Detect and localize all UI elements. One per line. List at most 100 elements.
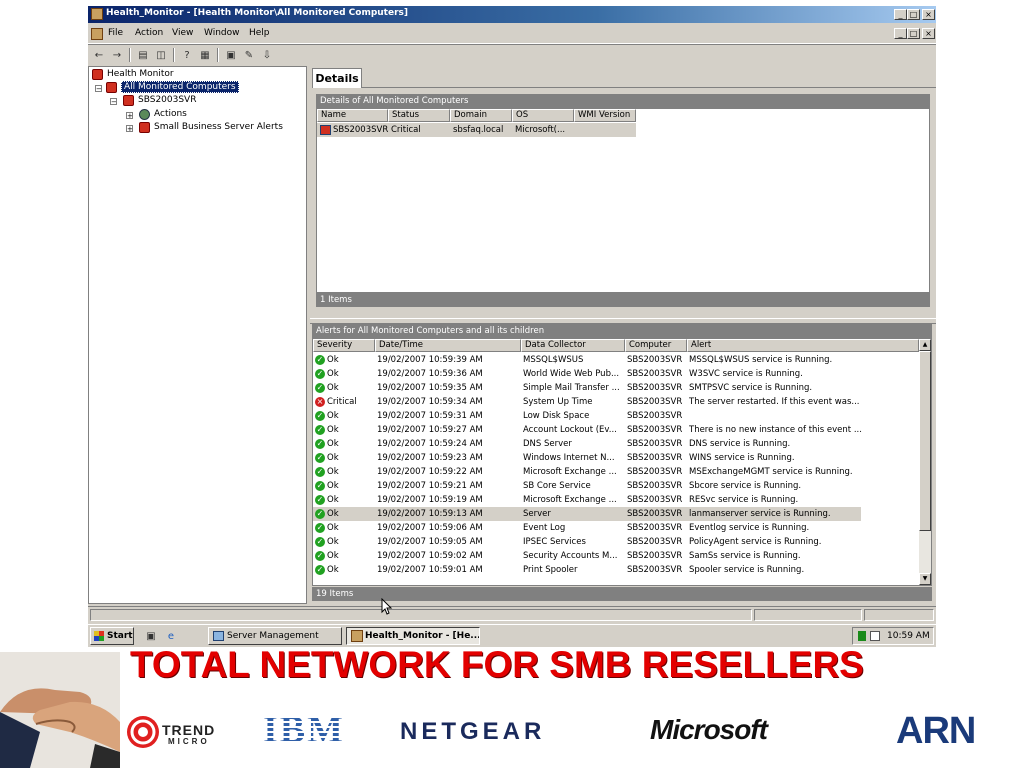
column-header[interactable]: Status (388, 109, 450, 122)
column-header[interactable]: Severity (313, 339, 375, 352)
cell-severity: Ok (327, 509, 339, 519)
tree-item-sbs-alerts[interactable]: Small Business Server Alerts (139, 121, 283, 134)
expand-toggle-icon[interactable]: + (126, 112, 133, 120)
expand-toggle-icon[interactable]: + (126, 125, 133, 133)
column-header[interactable]: Data Collector (521, 339, 625, 352)
tree-item-server[interactable]: SBS2003SVR (123, 94, 196, 107)
menu-action[interactable]: Action (135, 28, 163, 38)
table-row[interactable]: ✓ Ok 19/02/2007 10:59:31 AM Low Disk Space S… (313, 409, 919, 423)
alerts-scrollbar[interactable]: ▲ ▼ (919, 339, 931, 585)
ie-icon[interactable]: e (164, 629, 178, 643)
table-row[interactable]: ✓ Ok 19/02/2007 10:59:27 AM Account Lockout… (313, 423, 919, 437)
properties-icon[interactable]: ▦ (198, 48, 212, 62)
cell-collector: Microsoft Exchange ... (523, 495, 617, 505)
results-pane: Details Details of All Monitored Compute… (310, 66, 936, 604)
taskbar-item-server-management[interactable]: Server Management (208, 627, 342, 645)
cell-severity: Ok (327, 439, 339, 449)
child-maximize-button[interactable]: □ (907, 28, 920, 39)
cell-computer: SBS2003SVR (627, 453, 683, 463)
cell-datetime: 19/02/2007 10:59:39 AM (377, 355, 483, 365)
table-row[interactable]: ✓ Ok 19/02/2007 10:59:36 AM World Wide Web … (313, 367, 919, 381)
tree-label-selected: All Monitored Computers (121, 81, 239, 93)
menu-window[interactable]: Window (204, 28, 240, 38)
banner-headline: TOTAL NETWORK FOR SMB RESELLERS (130, 644, 864, 685)
cell-collector: Simple Mail Transfer ... (523, 383, 620, 393)
menu-help[interactable]: Help (249, 28, 270, 38)
table-row[interactable]: ✓ Ok 19/02/2007 10:59:39 AM MSSQL$WSUS SBS20… (313, 353, 919, 367)
tray-network-icon[interactable] (858, 631, 866, 641)
table-row[interactable]: ✓ Ok 19/02/2007 10:59:23 AM Windows Interne… (313, 451, 919, 465)
minimize-button[interactable]: _ (894, 9, 907, 20)
start-button[interactable]: Start (90, 627, 134, 645)
cell-datetime: 19/02/2007 10:59:31 AM (377, 411, 483, 421)
tree-item-health-monitor[interactable]: Health Monitor (92, 68, 174, 81)
taskbar-item-health-monitor[interactable]: Health_Monitor - [He... (346, 627, 480, 645)
column-header[interactable]: Date/Time (375, 339, 521, 352)
cell-collector: Event Log (523, 523, 566, 533)
clock[interactable]: 10:59 AM (887, 628, 930, 644)
show-tree-icon[interactable]: ◫ (154, 48, 168, 62)
toolbar: ← → ▤ ◫ ? ▦ ▣ ✎ ⇩ (88, 44, 936, 65)
child-close-button[interactable]: × (922, 28, 935, 39)
tree-item-all-monitored-computers[interactable]: All Monitored Computers (106, 81, 239, 94)
table-row[interactable]: ✓ Ok 19/02/2007 10:59:06 AM Event Log SBS200… (313, 521, 919, 535)
collapse-toggle-icon[interactable]: − (95, 85, 102, 93)
column-header[interactable]: Computer (625, 339, 687, 352)
column-header[interactable]: Alert (687, 339, 919, 352)
details-group-title: Details of All Monitored Computers (316, 94, 930, 108)
table-row[interactable]: × Critical 19/02/2007 10:59:34 AM System Up… (313, 395, 919, 409)
cell-status: Critical (391, 125, 421, 135)
title-bar[interactable]: Health_Monitor - [Health Monitor\All Mon… (88, 6, 936, 23)
cell-alert: lanmanserver service is Running. (689, 509, 831, 519)
cell-alert: MSExchangeMGMT service is Running. (689, 467, 853, 477)
ok-status-icon: ✓ (315, 425, 325, 435)
tab-details[interactable]: Details (312, 68, 362, 88)
menu-file[interactable]: File (108, 28, 123, 38)
column-header[interactable]: Domain (450, 109, 512, 122)
scroll-up-icon[interactable]: ▲ (919, 339, 931, 351)
desktop-icon[interactable]: ▣ (144, 629, 158, 643)
critical-status-icon: × (315, 397, 325, 407)
table-row[interactable]: ✓ Ok 19/02/2007 10:59:35 AM Simple Mail Tra… (313, 381, 919, 395)
alerts-list: Severity Date/Time Data Collector Comput… (312, 338, 932, 586)
ok-status-icon: ✓ (315, 523, 325, 533)
cell-os: Microsoft(... (515, 125, 566, 135)
table-row[interactable]: ✓ Ok 19/02/2007 10:59:13 AM Server SBS2003SV… (313, 507, 861, 521)
maximize-button[interactable]: □ (907, 9, 920, 20)
scroll-thumb[interactable] (919, 351, 931, 531)
up-folder-icon[interactable]: ▤ (136, 48, 150, 62)
cell-datetime: 19/02/2007 10:59:36 AM (377, 369, 483, 379)
table-row[interactable]: ✓ Ok 19/02/2007 10:59:21 AM SB Core Service… (313, 479, 919, 493)
column-header[interactable]: WMI Version (574, 109, 636, 122)
cell-computer: SBS2003SVR (627, 523, 683, 533)
help-icon[interactable]: ? (180, 48, 194, 62)
column-header[interactable]: OS (512, 109, 574, 122)
cell-computer: SBS2003SVR (627, 495, 683, 505)
cell-computer: SBS2003SVR (627, 411, 683, 421)
column-header[interactable]: Name (317, 109, 388, 122)
child-minimize-button[interactable]: _ (894, 28, 907, 39)
table-row[interactable]: ✓ Ok 19/02/2007 10:59:01 AM Print Spooler SB… (313, 563, 919, 577)
back-arrow-icon[interactable]: ← (92, 48, 106, 62)
health-monitor-app-icon (351, 630, 363, 642)
table-row[interactable]: ✓ Ok 19/02/2007 10:59:05 AM IPSEC Services S… (313, 535, 919, 549)
menu-view[interactable]: View (172, 28, 193, 38)
scroll-down-icon[interactable]: ▼ (919, 573, 931, 585)
collapse-toggle-icon[interactable]: − (110, 98, 117, 106)
pencil-icon[interactable]: ✎ (242, 48, 256, 62)
cell-collector: System Up Time (523, 397, 593, 407)
taskbar-item-label: Health_Monitor - [He... (365, 631, 480, 641)
tree-item-actions[interactable]: Actions (139, 108, 187, 121)
status-panel (864, 609, 934, 621)
down-icon[interactable]: ⇩ (260, 48, 274, 62)
tray-monitor-icon[interactable] (870, 631, 880, 641)
table-row[interactable]: SBS2003SVR Critical sbsfaq.local Microso… (317, 123, 636, 137)
close-button[interactable]: × (922, 9, 935, 20)
forward-arrow-icon[interactable]: → (110, 48, 124, 62)
export-list-icon[interactable]: ▣ (224, 48, 238, 62)
table-row[interactable]: ✓ Ok 19/02/2007 10:59:24 AM DNS Server SBS20… (313, 437, 919, 451)
table-row[interactable]: ✓ Ok 19/02/2007 10:59:02 AM Security Accoun… (313, 549, 919, 563)
ok-status-icon: ✓ (315, 369, 325, 379)
table-row[interactable]: ✓ Ok 19/02/2007 10:59:19 AM Microsoft Excha… (313, 493, 919, 507)
table-row[interactable]: ✓ Ok 19/02/2007 10:59:22 AM Microsoft Excha… (313, 465, 919, 479)
